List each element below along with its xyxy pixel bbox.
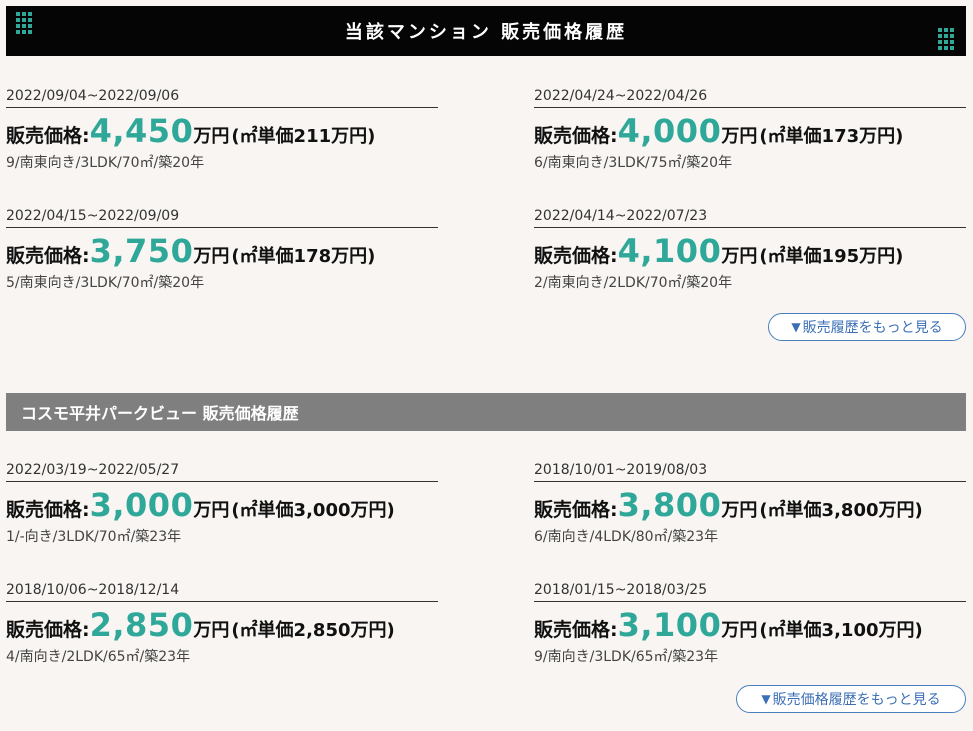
price-unit: 万円 <box>721 126 758 147</box>
price-entry: 2022/09/04~2022/09/06 販売価格: 4,450 万円 (㎡単… <box>6 87 438 172</box>
price-value: 3,100 <box>617 606 722 644</box>
unit-price: (㎡単価178万円) <box>231 246 376 267</box>
unit-detail: 4/南向き/2LDK/65㎡/築23年 <box>6 649 191 665</box>
price-entry: 2022/03/19~2022/05/27 販売価格: 3,000 万円 (㎡単… <box>6 461 438 546</box>
period-date: 2022/09/04~2022/09/06 <box>6 87 438 108</box>
price-value: 4,100 <box>617 232 722 270</box>
unit-price: (㎡単価2,850万円) <box>231 620 395 641</box>
more-button-label: 販売履歴をもっと見る <box>802 320 943 336</box>
price-unit: 万円 <box>193 500 230 521</box>
period-date: 2018/10/01~2019/08/03 <box>534 461 966 482</box>
price-value: 2,850 <box>89 606 194 644</box>
unit-detail: 1/-向き/3LDK/70㎡/築23年 <box>6 529 182 545</box>
price-unit: 万円 <box>193 246 230 267</box>
price-value: 4,450 <box>89 112 194 150</box>
price-line: 販売価格: 3,800 万円 (㎡単価3,800万円) <box>534 486 966 524</box>
period-date: 2022/03/19~2022/05/27 <box>6 461 438 482</box>
price-value: 3,800 <box>617 486 722 524</box>
price-line: 販売価格: 4,450 万円 (㎡単価211万円) <box>6 112 438 150</box>
period-date: 2022/04/14~2022/07/23 <box>534 207 966 228</box>
unit-price: (㎡単価211万円) <box>231 126 376 147</box>
price-value: 3,750 <box>89 232 194 270</box>
price-entry: 2022/04/14~2022/07/23 販売価格: 4,100 万円 (㎡単… <box>534 207 966 292</box>
price-line: 販売価格: 3,100 万円 (㎡単価3,100万円) <box>534 606 966 644</box>
period-date: 2022/04/15~2022/09/09 <box>6 207 438 228</box>
unit-price: (㎡単価173万円) <box>759 126 904 147</box>
section-title: 当該マンション 販売価格履歴 <box>344 22 628 43</box>
price-line: 販売価格: 3,750 万円 (㎡単価178万円) <box>6 232 438 270</box>
price-entry: 2022/04/24~2022/04/26 販売価格: 4,000 万円 (㎡単… <box>534 87 966 172</box>
more-button-label: 販売価格履歴をもっと見る <box>772 692 941 708</box>
price-entry: 2018/10/06~2018/12/14 販売価格: 2,850 万円 (㎡単… <box>6 581 438 666</box>
period-date: 2018/10/06~2018/12/14 <box>6 581 438 602</box>
price-value: 3,000 <box>89 486 194 524</box>
price-line: 販売価格: 2,850 万円 (㎡単価2,850万円) <box>6 606 438 644</box>
price-label: 販売価格: <box>534 499 618 521</box>
unit-price: (㎡単価3,100万円) <box>759 620 923 641</box>
period-date: 2022/04/24~2022/04/26 <box>534 87 966 108</box>
section-header-building: コスモ平井パークビュー 販売価格履歴 <box>6 393 966 431</box>
unit-detail: 6/南東向き/3LDK/75㎡/築20年 <box>534 155 733 171</box>
grid-dots-icon <box>16 12 34 36</box>
unit-detail: 2/南東向き/2LDK/70㎡/築20年 <box>534 275 733 291</box>
unit-detail: 6/南向き/4LDK/80㎡/築23年 <box>534 529 719 545</box>
unit-price: (㎡単価3,000万円) <box>231 500 395 521</box>
price-line: 販売価格: 3,000 万円 (㎡単価3,000万円) <box>6 486 438 524</box>
price-value: 4,000 <box>617 112 722 150</box>
more-price-history-button[interactable]: ▼ 販売価格履歴をもっと見る <box>736 685 966 713</box>
price-label: 販売価格: <box>6 499 90 521</box>
price-unit: 万円 <box>193 620 230 641</box>
price-label: 販売価格: <box>6 619 90 641</box>
unit-price: (㎡単価195万円) <box>759 246 904 267</box>
unit-detail: 5/南東向き/3LDK/70㎡/築20年 <box>6 275 205 291</box>
more-sales-history-button[interactable]: ▼ 販売履歴をもっと見る <box>768 313 966 341</box>
price-entry: 2022/04/15~2022/09/09 販売価格: 3,750 万円 (㎡単… <box>6 207 438 292</box>
price-line: 販売価格: 4,100 万円 (㎡単価195万円) <box>534 232 966 270</box>
price-unit: 万円 <box>193 126 230 147</box>
grid-dots-icon <box>938 28 956 52</box>
price-line: 販売価格: 4,000 万円 (㎡単価173万円) <box>534 112 966 150</box>
price-unit: 万円 <box>721 246 758 267</box>
triangle-down-icon: ▼ <box>761 692 771 706</box>
price-entry: 2018/10/01~2019/08/03 販売価格: 3,800 万円 (㎡単… <box>534 461 966 546</box>
price-unit: 万円 <box>721 500 758 521</box>
price-entry: 2018/01/15~2018/03/25 販売価格: 3,100 万円 (㎡単… <box>534 581 966 666</box>
triangle-down-icon: ▼ <box>791 320 801 334</box>
unit-detail: 9/南向き/3LDK/65㎡/築23年 <box>534 649 719 665</box>
price-unit: 万円 <box>721 620 758 641</box>
price-label: 販売価格: <box>6 245 90 267</box>
section-title: コスモ平井パークビュー 販売価格履歴 <box>21 404 299 423</box>
unit-detail: 9/南東向き/3LDK/70㎡/築20年 <box>6 155 205 171</box>
price-label: 販売価格: <box>534 619 618 641</box>
price-label: 販売価格: <box>6 125 90 147</box>
unit-price: (㎡単価3,800万円) <box>759 500 923 521</box>
price-label: 販売価格: <box>534 245 618 267</box>
section-header-current: 当該マンション 販売価格履歴 <box>6 6 966 56</box>
price-label: 販売価格: <box>534 125 618 147</box>
period-date: 2018/01/15~2018/03/25 <box>534 581 966 602</box>
